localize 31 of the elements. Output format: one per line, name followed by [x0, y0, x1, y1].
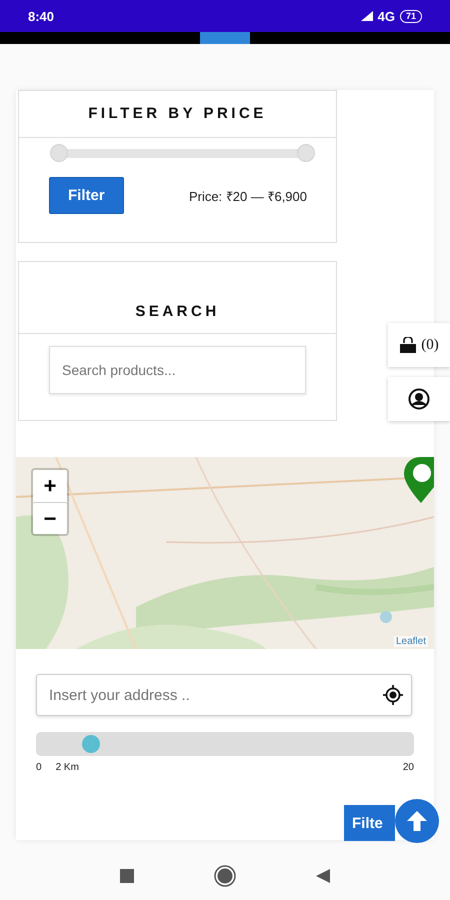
search-field[interactable]: Search products... [49, 346, 306, 394]
widget-title: FILTER BY PRICE [19, 91, 336, 138]
home-icon[interactable] [214, 865, 236, 887]
widget-title: SEARCH [19, 262, 336, 334]
clock-time: 8:40 [28, 8, 54, 24]
back-icon[interactable] [316, 869, 330, 883]
price-range-text: Price: ₹20 — ₹6,900 [188, 188, 307, 204]
network-type: 4G [378, 8, 395, 24]
filter-button[interactable]: Filte [344, 805, 395, 841]
address-field[interactable]: Insert your address .. [36, 674, 412, 716]
map-pin-icon[interactable] [404, 457, 434, 503]
slider-thumb[interactable] [50, 144, 68, 162]
slider-thumb[interactable] [297, 144, 315, 162]
tab-indicator [200, 32, 250, 44]
distance-slider[interactable] [36, 732, 414, 756]
signal-icon [360, 11, 373, 21]
arrow-up-icon [406, 810, 428, 832]
battery-level: 71 [400, 10, 422, 22]
slider-thumb[interactable] [82, 735, 100, 753]
filter-button[interactable]: Filter [49, 177, 124, 214]
zoom-out-button[interactable]: − [33, 502, 67, 534]
user-icon [408, 388, 430, 410]
cart-button[interactable]: (0) [388, 323, 450, 367]
scale-label: 0 [36, 762, 42, 773]
price-range-slider[interactable] [50, 144, 315, 163]
distance-value: 2 Km [56, 762, 79, 773]
attribution-link[interactable]: Leaflet [394, 636, 428, 647]
cart-count: (0) [421, 336, 439, 354]
scale-label: 20 [402, 762, 414, 773]
locate-icon[interactable] [383, 685, 403, 705]
account-button[interactable] [388, 377, 450, 421]
